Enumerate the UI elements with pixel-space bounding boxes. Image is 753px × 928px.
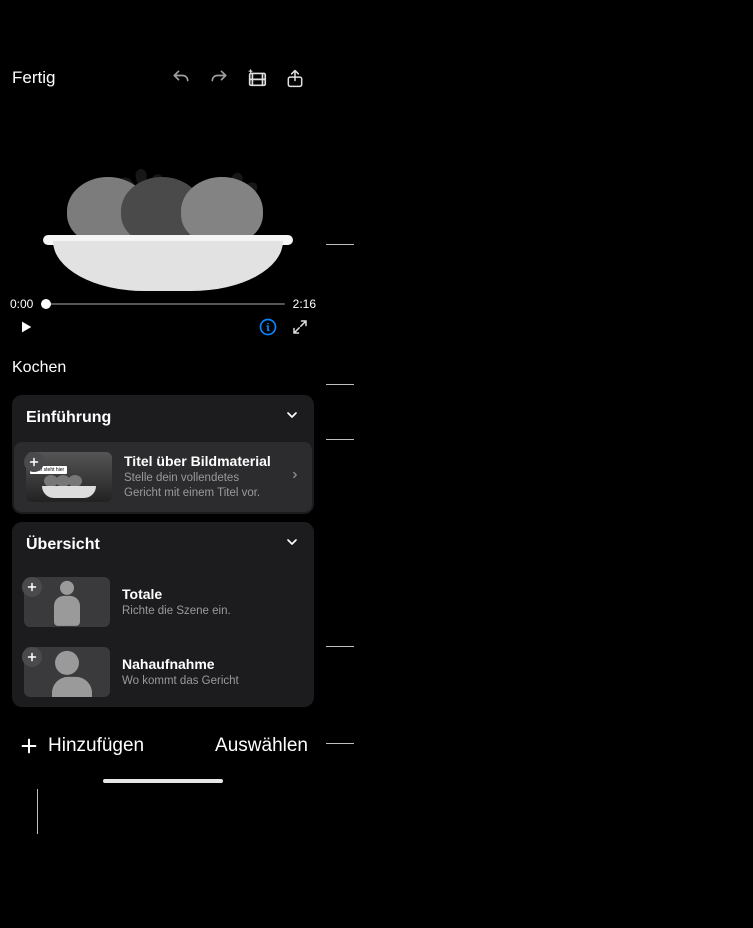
video-preview[interactable]: ❋ ❋ bbox=[0, 100, 326, 291]
scrubber[interactable] bbox=[41, 297, 284, 311]
clip-row[interactable]: Nahaufnahme Wo kommt das Gericht bbox=[12, 637, 314, 707]
add-clip-button[interactable] bbox=[24, 452, 44, 472]
play-button[interactable] bbox=[10, 318, 42, 336]
chevron-right-icon bbox=[290, 467, 300, 488]
plus-icon bbox=[26, 651, 38, 663]
play-icon bbox=[18, 318, 34, 336]
plus-icon bbox=[26, 581, 38, 593]
section-header[interactable]: Einführung bbox=[12, 395, 314, 440]
expand-icon bbox=[291, 318, 309, 336]
redo-button[interactable] bbox=[200, 68, 238, 88]
total-time: 2:16 bbox=[293, 297, 316, 311]
redo-icon bbox=[208, 68, 230, 88]
section-header[interactable]: Übersicht bbox=[12, 522, 314, 567]
transport-controls bbox=[0, 313, 326, 345]
scrubber-row: 0:00 2:16 bbox=[0, 291, 326, 313]
plus-icon bbox=[28, 456, 40, 468]
clip-subtitle: Richte die Szene ein. bbox=[122, 604, 302, 619]
done-button[interactable]: Fertig bbox=[12, 68, 55, 88]
clip-subtitle: Wo kommt das Gericht bbox=[122, 674, 302, 689]
scrubber-handle[interactable] bbox=[41, 299, 51, 309]
section-card-overview: Übersicht Totale Richte die Szene ein. bbox=[12, 522, 314, 707]
section-card-intro: Einführung Titel steht hier Titel über B… bbox=[12, 395, 314, 514]
section-header-label: Einführung bbox=[26, 409, 111, 427]
undo-icon bbox=[170, 68, 192, 88]
select-button[interactable]: Auswählen bbox=[215, 735, 308, 757]
clip-row[interactable]: Totale Richte die Szene ein. bbox=[12, 567, 314, 637]
clip-title: Totale bbox=[122, 586, 302, 602]
section-header-label: Übersicht bbox=[26, 536, 100, 554]
add-clip-button[interactable] bbox=[22, 647, 42, 667]
project-title: Kochen bbox=[0, 345, 326, 387]
add-clip-button[interactable] bbox=[22, 577, 42, 597]
app-frame: Fertig ❋ ❋ 0:00 2:16 bbox=[0, 56, 326, 789]
undo-button[interactable] bbox=[162, 68, 200, 88]
current-time: 0:00 bbox=[10, 297, 33, 311]
share-button[interactable] bbox=[276, 67, 314, 89]
top-toolbar: Fertig bbox=[0, 56, 326, 100]
clip-row[interactable]: Titel steht hier Titel über Bildmaterial… bbox=[14, 442, 312, 512]
clip-title: Nahaufnahme bbox=[122, 656, 302, 672]
clip-subtitle: Stelle dein vollendetes Gericht mit eine… bbox=[124, 471, 278, 501]
share-icon bbox=[285, 67, 305, 89]
info-button[interactable] bbox=[252, 317, 284, 337]
magic-clip-button[interactable] bbox=[238, 67, 276, 89]
bottom-toolbar: Hinzufügen Auswählen bbox=[0, 727, 326, 789]
home-indicator bbox=[103, 779, 223, 783]
add-button[interactable]: Hinzufügen bbox=[18, 735, 144, 757]
clip-title: Titel über Bildmaterial bbox=[124, 453, 278, 469]
chevron-down-icon bbox=[284, 407, 300, 428]
callout-line bbox=[326, 244, 354, 245]
preview-thumbnail: ❋ ❋ bbox=[13, 121, 313, 291]
add-button-label: Hinzufügen bbox=[48, 735, 144, 757]
info-icon bbox=[258, 317, 278, 337]
plus-icon bbox=[18, 735, 40, 757]
chevron-down-icon bbox=[284, 534, 300, 555]
magic-clip-icon bbox=[245, 67, 269, 89]
expand-button[interactable] bbox=[284, 318, 316, 336]
